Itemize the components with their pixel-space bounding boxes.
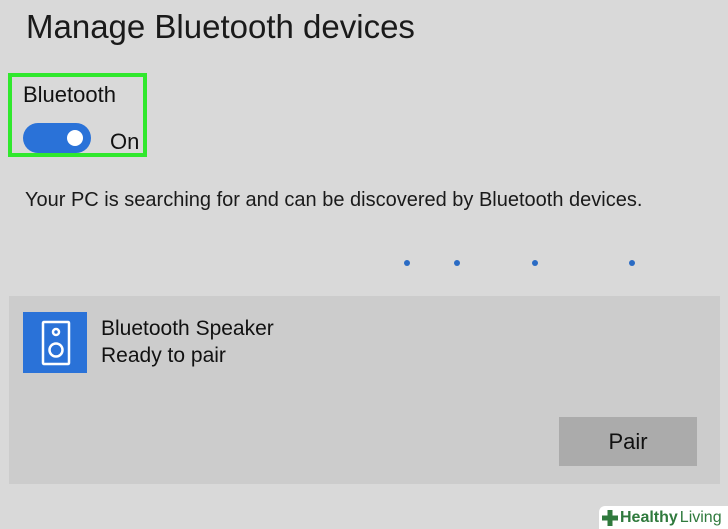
progress-dot — [532, 260, 538, 266]
discovery-status-text: Your PC is searching for and can be disc… — [25, 189, 643, 211]
speaker-icon — [23, 312, 87, 373]
bluetooth-toggle[interactable] — [23, 123, 91, 153]
device-name: Bluetooth Speaker — [101, 317, 274, 340]
toggle-knob — [67, 130, 83, 146]
watermark-word2: Living — [679, 508, 722, 526]
pair-button[interactable]: Pair — [559, 417, 697, 466]
progress-dot — [404, 260, 410, 266]
progress-dot — [629, 260, 635, 266]
page-title: Manage Bluetooth devices — [26, 8, 415, 45]
watermark-word1: Healthy — [620, 508, 678, 526]
device-item-bluetooth-speaker[interactable]: Bluetooth Speaker Ready to pair Pair — [9, 296, 720, 484]
bluetooth-toggle-label: Bluetooth — [23, 82, 116, 107]
device-status: Ready to pair — [101, 344, 226, 367]
watermark-logo: Healthy Living — [599, 506, 728, 529]
bluetooth-toggle-state: On — [110, 129, 140, 154]
progress-dot — [454, 260, 460, 266]
plus-icon — [602, 509, 618, 526]
